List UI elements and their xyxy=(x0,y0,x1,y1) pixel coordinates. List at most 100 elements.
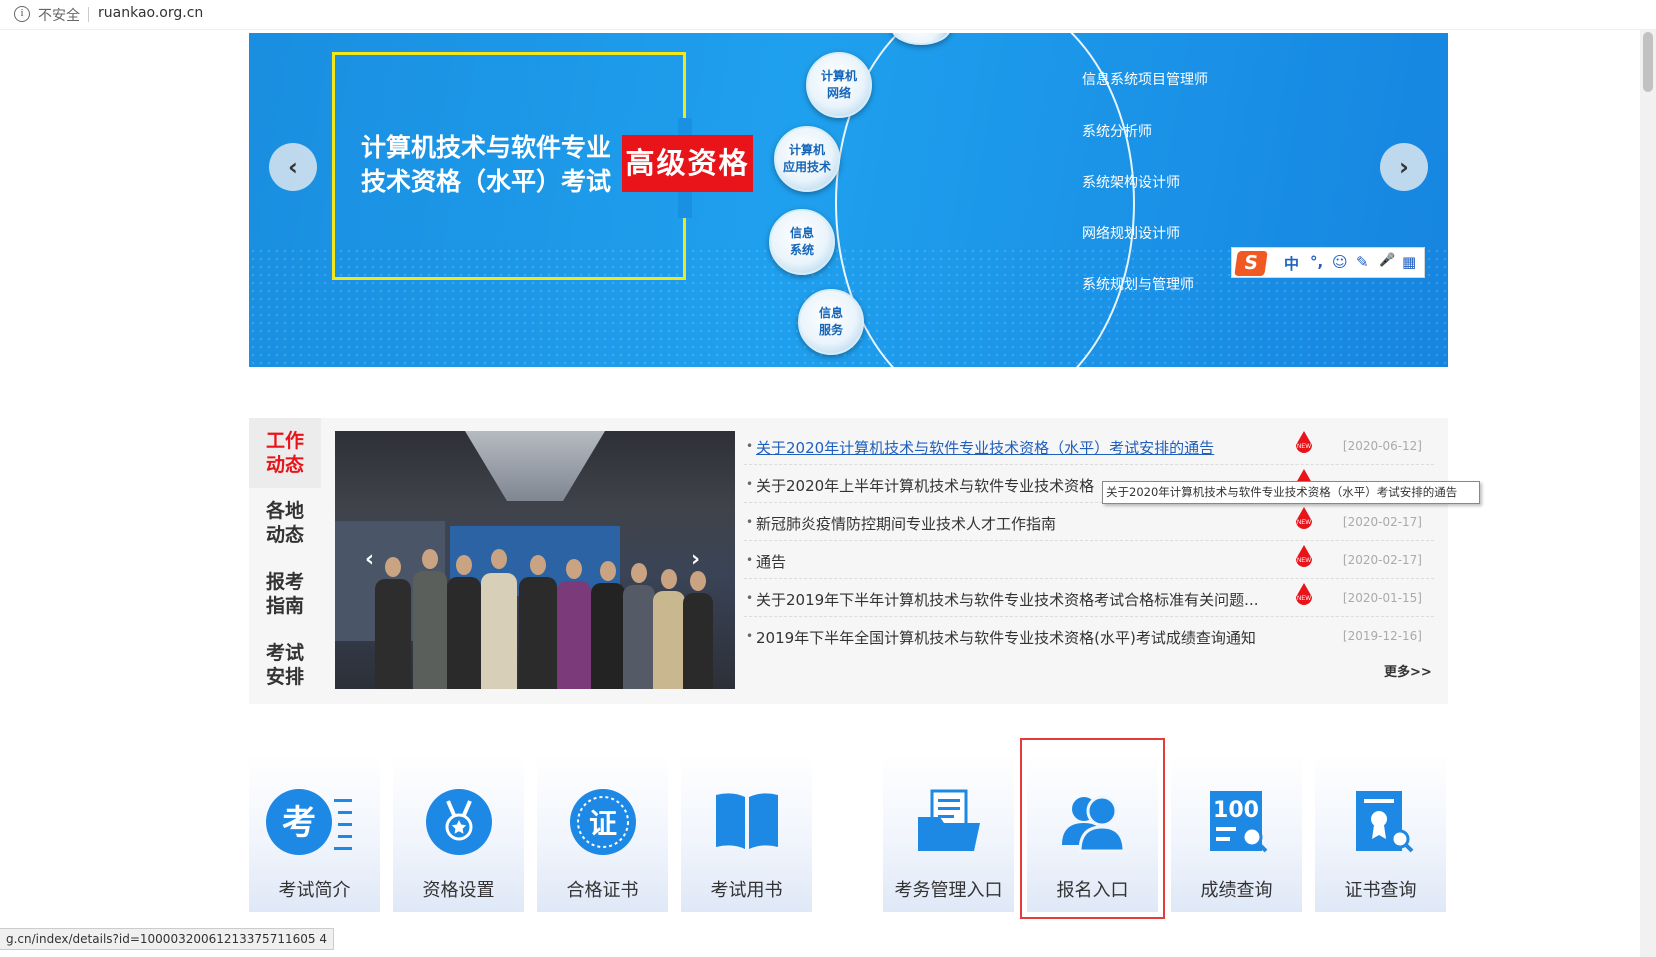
svg-text:NEW: NEW xyxy=(1297,596,1311,602)
svg-text:100: 100 xyxy=(1213,798,1259,823)
news-section: 工作动态 各地动态 报考指南 考试安排 ‹ › • 关于2020年计算机技术与软… xyxy=(249,418,1448,704)
news-title[interactable]: 关于2019年下半年计算机技术与软件专业技术资格考试合格标准有关问题... xyxy=(756,589,1258,610)
tile-qualification[interactable]: 资格设置 xyxy=(393,753,524,912)
news-item[interactable]: • 通告 NEW [2020-02-17] xyxy=(744,541,1434,579)
divider xyxy=(88,7,89,22)
banner-title: 计算机技术与软件专业 技术资格（水平）考试 xyxy=(361,131,611,199)
level-tag: 高级资格 xyxy=(622,135,753,192)
photo-figure-head xyxy=(422,549,438,569)
banner-node-info-service: 信息 服务 xyxy=(798,289,864,355)
pen-icon[interactable]: ✎ xyxy=(1356,253,1369,271)
position-item: 系统架构设计师 xyxy=(1082,175,1180,191)
news-item[interactable]: • 关于2020年计算机技术与软件专业技术资格（水平）考试安排的通告 NEW [… xyxy=(744,427,1434,465)
tile-exam-admin[interactable]: 考务管理入口 xyxy=(883,753,1014,912)
link-tooltip: 关于2020年计算机技术与软件专业技术资格（水平）考试安排的通告 xyxy=(1102,481,1480,504)
node-line2: 网络 xyxy=(826,86,851,100)
photo-figure xyxy=(683,593,713,689)
certificate-seal-icon: 证 xyxy=(569,789,636,855)
banner-node-application: 计算机 应用技术 xyxy=(774,126,840,192)
banner-prev-button[interactable]: ‹ xyxy=(269,143,317,191)
url-field[interactable]: ruankao.org.cn xyxy=(98,5,203,21)
new-badge-icon: NEW xyxy=(1296,583,1312,605)
news-date: [2020-02-17] xyxy=(1342,553,1422,567)
photo-figure xyxy=(653,591,685,689)
tab-exam-schedule[interactable]: 考试安排 xyxy=(249,630,321,700)
banner-next-button[interactable]: › xyxy=(1380,143,1428,191)
tab-label: 工作动态 xyxy=(265,430,304,476)
news-title[interactable]: 通告 xyxy=(756,551,786,572)
photo-figure xyxy=(623,585,655,689)
photo-figure xyxy=(375,579,411,689)
photo-figure-head xyxy=(385,557,401,577)
security-label[interactable]: 不安全 xyxy=(38,5,80,25)
tile-exam-intro[interactable]: 考 考试简介 xyxy=(249,753,380,912)
ime-chinese-toggle[interactable]: 中 xyxy=(1284,253,1299,274)
ime-punctuation-toggle[interactable]: °, xyxy=(1310,253,1323,271)
photo-figure xyxy=(413,571,447,689)
toolbox-icon[interactable]: ▦ xyxy=(1402,253,1416,271)
news-photo-carousel[interactable]: ‹ › xyxy=(335,431,735,689)
node-line2: 服务 xyxy=(818,323,843,337)
score-search-icon: 100 xyxy=(1209,791,1267,853)
svg-text:NEW: NEW xyxy=(1297,520,1311,526)
svg-text:考: 考 xyxy=(282,803,316,843)
tab-label: 报考指南 xyxy=(265,571,304,617)
microphone-icon[interactable]: 🎤 xyxy=(1379,253,1395,268)
hero-banner[interactable]: 计算机技术与软件专业 技术资格（水平）考试 高级资格 计算机 网络 计算机 应用技术… xyxy=(249,33,1448,367)
ime-toolbar[interactable]: S 中 °, ☺ ✎ 🎤 ▦ xyxy=(1231,247,1425,278)
more-link[interactable]: 更多>> xyxy=(1384,661,1432,680)
photo-figure xyxy=(481,573,517,689)
ceiling-light xyxy=(465,431,605,501)
tile-exam-books[interactable]: 考试用书 xyxy=(681,753,812,912)
tab-exam-guide[interactable]: 报考指南 xyxy=(249,559,321,629)
photo-figure-head xyxy=(456,555,472,575)
chevron-right-icon: › xyxy=(1399,153,1409,181)
news-title[interactable]: 关于2020年上半年计算机技术与软件专业技术资格 xyxy=(756,475,1094,496)
book-icon xyxy=(715,793,778,849)
news-date: [2020-06-12] xyxy=(1342,439,1422,453)
scrollbar-thumb[interactable] xyxy=(1643,32,1653,92)
banner-title-line2: 技术资格（水平）考试 xyxy=(361,167,612,196)
photo-figure xyxy=(519,577,557,689)
banner-node-network: 计算机 网络 xyxy=(806,52,872,118)
tile-certificate[interactable]: 证 合格证书 xyxy=(537,753,668,912)
news-item[interactable]: • 新冠肺炎疫情防控期间专业技术人才工作指南 NEW [2020-02-17] xyxy=(744,503,1434,541)
exam-icon: 考 xyxy=(266,789,352,855)
bullet: • xyxy=(746,629,754,643)
photo-figure-head xyxy=(661,569,677,589)
emoji-icon[interactable]: ☺ xyxy=(1332,253,1348,271)
tile-label: 证书查询 xyxy=(1344,880,1417,901)
tab-label: 各地动态 xyxy=(265,500,304,546)
svg-text:NEW: NEW xyxy=(1297,444,1311,450)
photo-figure-head xyxy=(566,559,582,579)
page-scrollbar[interactable] xyxy=(1640,30,1656,957)
news-date: [2020-02-17] xyxy=(1342,515,1422,529)
news-title[interactable]: 新冠肺炎疫情防控期间专业技术人才工作指南 xyxy=(756,513,1056,534)
tile-label: 考务管理入口 xyxy=(894,880,1003,901)
tab-local-news[interactable]: 各地动态 xyxy=(249,488,321,558)
photo-figure-head xyxy=(530,555,546,575)
news-item[interactable]: • 2019年下半年全国计算机技术与软件专业技术资格(水平)考试成绩查询通知 [… xyxy=(744,617,1434,655)
photo-next-arrow[interactable]: › xyxy=(691,547,700,572)
node-line1: 计算机 xyxy=(820,69,857,83)
node-line1: 计算机 xyxy=(788,143,825,157)
news-date: [2019-12-16] xyxy=(1342,629,1422,643)
tile-certificate-query[interactable]: 证书查询 xyxy=(1315,753,1446,912)
news-title[interactable]: 2019年下半年全国计算机技术与软件专业技术资格(水平)考试成绩查询通知 xyxy=(756,627,1256,648)
new-badge-icon: NEW xyxy=(1296,545,1312,567)
sogou-logo-icon[interactable]: S xyxy=(1234,251,1268,276)
info-icon[interactable]: i xyxy=(14,6,30,22)
new-badge-icon: NEW xyxy=(1296,507,1312,529)
bullet: • xyxy=(746,439,754,453)
browser-address-bar: i 不安全 ruankao.org.cn xyxy=(0,0,1656,30)
photo-figure-head xyxy=(631,563,647,583)
svg-text:证: 证 xyxy=(588,807,616,840)
node-line1: 信息 xyxy=(789,226,814,240)
news-title[interactable]: 关于2020年计算机技术与软件专业技术资格（水平）考试安排的通告 xyxy=(756,437,1214,458)
tile-label: 资格设置 xyxy=(422,880,495,901)
tile-score-query[interactable]: 100 成绩查询 xyxy=(1171,753,1302,912)
news-item[interactable]: • 关于2019年下半年计算机技术与软件专业技术资格考试合格标准有关问题... … xyxy=(744,579,1434,617)
photo-prev-arrow[interactable]: ‹ xyxy=(365,547,374,572)
position-item: 系统分析师 xyxy=(1082,124,1152,140)
tab-work-news[interactable]: 工作动态 xyxy=(249,418,321,488)
